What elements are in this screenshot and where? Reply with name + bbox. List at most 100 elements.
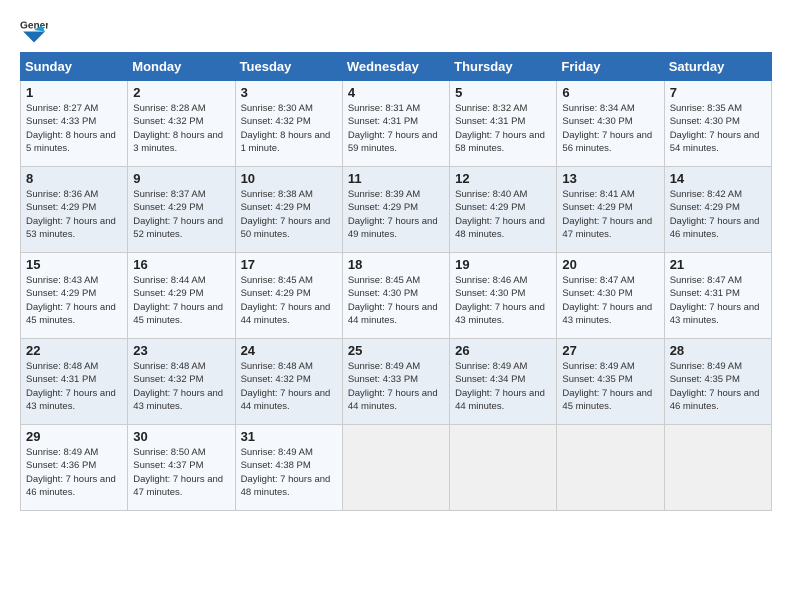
day-detail: Sunrise: 8:48 AMSunset: 4:32 PMDaylight:… [241, 361, 331, 412]
calendar-cell: 12 Sunrise: 8:40 AMSunset: 4:29 PMDaylig… [450, 167, 557, 253]
calendar-cell: 21 Sunrise: 8:47 AMSunset: 4:31 PMDaylig… [664, 253, 771, 339]
calendar-week-row: 1 Sunrise: 8:27 AMSunset: 4:33 PMDayligh… [21, 81, 772, 167]
day-number: 3 [241, 85, 337, 100]
calendar-cell: 26 Sunrise: 8:49 AMSunset: 4:34 PMDaylig… [450, 339, 557, 425]
day-detail: Sunrise: 8:49 AMSunset: 4:35 PMDaylight:… [562, 361, 652, 412]
calendar-cell: 20 Sunrise: 8:47 AMSunset: 4:30 PMDaylig… [557, 253, 664, 339]
day-number: 12 [455, 171, 551, 186]
calendar-cell: 25 Sunrise: 8:49 AMSunset: 4:33 PMDaylig… [342, 339, 449, 425]
day-number: 23 [133, 343, 229, 358]
calendar-cell: 6 Sunrise: 8:34 AMSunset: 4:30 PMDayligh… [557, 81, 664, 167]
weekday-header: Wednesday [342, 53, 449, 81]
day-number: 2 [133, 85, 229, 100]
day-detail: Sunrise: 8:40 AMSunset: 4:29 PMDaylight:… [455, 189, 545, 240]
calendar-week-row: 29 Sunrise: 8:49 AMSunset: 4:36 PMDaylig… [21, 425, 772, 511]
day-detail: Sunrise: 8:32 AMSunset: 4:31 PMDaylight:… [455, 103, 545, 154]
day-number: 11 [348, 171, 444, 186]
day-number: 29 [26, 429, 122, 444]
day-number: 4 [348, 85, 444, 100]
calendar-week-row: 22 Sunrise: 8:48 AMSunset: 4:31 PMDaylig… [21, 339, 772, 425]
day-number: 31 [241, 429, 337, 444]
day-detail: Sunrise: 8:41 AMSunset: 4:29 PMDaylight:… [562, 189, 652, 240]
day-detail: Sunrise: 8:47 AMSunset: 4:30 PMDaylight:… [562, 275, 652, 326]
calendar-cell: 4 Sunrise: 8:31 AMSunset: 4:31 PMDayligh… [342, 81, 449, 167]
day-number: 27 [562, 343, 658, 358]
day-detail: Sunrise: 8:45 AMSunset: 4:29 PMDaylight:… [241, 275, 331, 326]
day-detail: Sunrise: 8:49 AMSunset: 4:36 PMDaylight:… [26, 447, 116, 498]
day-detail: Sunrise: 8:44 AMSunset: 4:29 PMDaylight:… [133, 275, 223, 326]
calendar-cell: 15 Sunrise: 8:43 AMSunset: 4:29 PMDaylig… [21, 253, 128, 339]
day-number: 25 [348, 343, 444, 358]
weekday-header: Saturday [664, 53, 771, 81]
calendar-cell: 31 Sunrise: 8:49 AMSunset: 4:38 PMDaylig… [235, 425, 342, 511]
day-number: 6 [562, 85, 658, 100]
calendar-cell: 13 Sunrise: 8:41 AMSunset: 4:29 PMDaylig… [557, 167, 664, 253]
day-detail: Sunrise: 8:34 AMSunset: 4:30 PMDaylight:… [562, 103, 652, 154]
calendar-cell: 10 Sunrise: 8:38 AMSunset: 4:29 PMDaylig… [235, 167, 342, 253]
logo: General [20, 16, 52, 44]
day-number: 16 [133, 257, 229, 272]
calendar-cell: 28 Sunrise: 8:49 AMSunset: 4:35 PMDaylig… [664, 339, 771, 425]
day-detail: Sunrise: 8:28 AMSunset: 4:32 PMDaylight:… [133, 103, 223, 154]
day-number: 15 [26, 257, 122, 272]
calendar-cell: 23 Sunrise: 8:48 AMSunset: 4:32 PMDaylig… [128, 339, 235, 425]
calendar-cell: 3 Sunrise: 8:30 AMSunset: 4:32 PMDayligh… [235, 81, 342, 167]
day-number: 7 [670, 85, 766, 100]
day-number: 14 [670, 171, 766, 186]
calendar-cell: 5 Sunrise: 8:32 AMSunset: 4:31 PMDayligh… [450, 81, 557, 167]
day-number: 17 [241, 257, 337, 272]
day-detail: Sunrise: 8:50 AMSunset: 4:37 PMDaylight:… [133, 447, 223, 498]
day-detail: Sunrise: 8:39 AMSunset: 4:29 PMDaylight:… [348, 189, 438, 240]
calendar-cell: 9 Sunrise: 8:37 AMSunset: 4:29 PMDayligh… [128, 167, 235, 253]
logo-icon: General [20, 16, 48, 44]
page: General SundayMondayTuesdayWednesdayThur… [0, 0, 792, 612]
calendar-cell [450, 425, 557, 511]
calendar-table: SundayMondayTuesdayWednesdayThursdayFrid… [20, 52, 772, 511]
day-number: 10 [241, 171, 337, 186]
calendar-week-row: 15 Sunrise: 8:43 AMSunset: 4:29 PMDaylig… [21, 253, 772, 339]
day-detail: Sunrise: 8:49 AMSunset: 4:33 PMDaylight:… [348, 361, 438, 412]
weekday-header: Monday [128, 53, 235, 81]
calendar-cell [557, 425, 664, 511]
calendar-cell: 22 Sunrise: 8:48 AMSunset: 4:31 PMDaylig… [21, 339, 128, 425]
calendar-cell: 8 Sunrise: 8:36 AMSunset: 4:29 PMDayligh… [21, 167, 128, 253]
day-detail: Sunrise: 8:30 AMSunset: 4:32 PMDaylight:… [241, 103, 331, 154]
calendar-cell: 29 Sunrise: 8:49 AMSunset: 4:36 PMDaylig… [21, 425, 128, 511]
weekday-header-row: SundayMondayTuesdayWednesdayThursdayFrid… [21, 53, 772, 81]
header: General [20, 16, 772, 44]
weekday-header: Sunday [21, 53, 128, 81]
day-detail: Sunrise: 8:42 AMSunset: 4:29 PMDaylight:… [670, 189, 760, 240]
day-number: 21 [670, 257, 766, 272]
day-detail: Sunrise: 8:49 AMSunset: 4:35 PMDaylight:… [670, 361, 760, 412]
day-number: 19 [455, 257, 551, 272]
calendar-cell: 1 Sunrise: 8:27 AMSunset: 4:33 PMDayligh… [21, 81, 128, 167]
day-detail: Sunrise: 8:46 AMSunset: 4:30 PMDaylight:… [455, 275, 545, 326]
day-detail: Sunrise: 8:47 AMSunset: 4:31 PMDaylight:… [670, 275, 760, 326]
day-number: 5 [455, 85, 551, 100]
calendar-cell: 27 Sunrise: 8:49 AMSunset: 4:35 PMDaylig… [557, 339, 664, 425]
weekday-header: Friday [557, 53, 664, 81]
calendar-cell [664, 425, 771, 511]
day-number: 22 [26, 343, 122, 358]
day-detail: Sunrise: 8:35 AMSunset: 4:30 PMDaylight:… [670, 103, 760, 154]
weekday-header: Tuesday [235, 53, 342, 81]
day-number: 18 [348, 257, 444, 272]
calendar-cell: 30 Sunrise: 8:50 AMSunset: 4:37 PMDaylig… [128, 425, 235, 511]
day-detail: Sunrise: 8:43 AMSunset: 4:29 PMDaylight:… [26, 275, 116, 326]
day-number: 8 [26, 171, 122, 186]
calendar-cell: 18 Sunrise: 8:45 AMSunset: 4:30 PMDaylig… [342, 253, 449, 339]
calendar-cell [342, 425, 449, 511]
calendar-cell: 19 Sunrise: 8:46 AMSunset: 4:30 PMDaylig… [450, 253, 557, 339]
day-number: 9 [133, 171, 229, 186]
day-detail: Sunrise: 8:49 AMSunset: 4:34 PMDaylight:… [455, 361, 545, 412]
calendar-cell: 2 Sunrise: 8:28 AMSunset: 4:32 PMDayligh… [128, 81, 235, 167]
day-number: 13 [562, 171, 658, 186]
calendar-cell: 11 Sunrise: 8:39 AMSunset: 4:29 PMDaylig… [342, 167, 449, 253]
day-detail: Sunrise: 8:36 AMSunset: 4:29 PMDaylight:… [26, 189, 116, 240]
calendar-cell: 16 Sunrise: 8:44 AMSunset: 4:29 PMDaylig… [128, 253, 235, 339]
calendar-cell: 17 Sunrise: 8:45 AMSunset: 4:29 PMDaylig… [235, 253, 342, 339]
day-detail: Sunrise: 8:31 AMSunset: 4:31 PMDaylight:… [348, 103, 438, 154]
calendar-cell: 14 Sunrise: 8:42 AMSunset: 4:29 PMDaylig… [664, 167, 771, 253]
day-detail: Sunrise: 8:38 AMSunset: 4:29 PMDaylight:… [241, 189, 331, 240]
day-number: 30 [133, 429, 229, 444]
